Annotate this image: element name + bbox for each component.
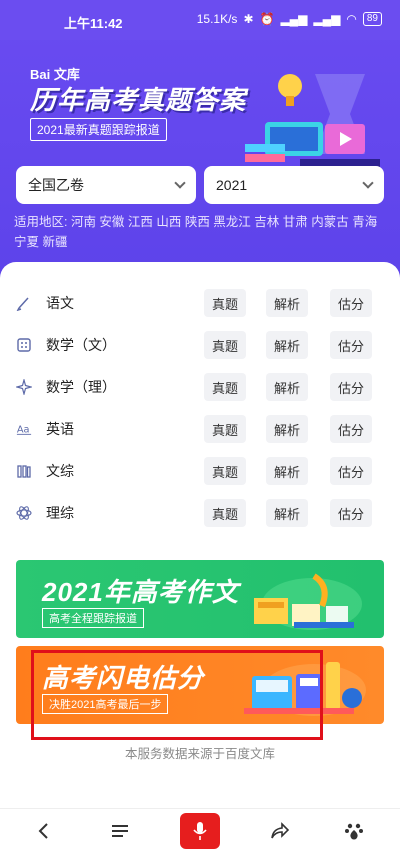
estimate-button[interactable]: 估分 [330, 373, 372, 401]
baidu-paw-icon[interactable] [338, 815, 370, 847]
estimate-button[interactable]: 估分 [330, 415, 372, 443]
subject-row: 文综 真题 解析 估分 [0, 450, 400, 492]
network-speed: 15.1K/s [196, 12, 238, 26]
estimate-button[interactable]: 估分 [330, 457, 372, 485]
bottom-navigation [0, 808, 400, 852]
data-source-footnote: 本服务数据来源于百度文库 [124, 747, 275, 761]
subject-label: 数学（理） [46, 379, 116, 395]
subject-row: 理综 真题 解析 估分 [0, 492, 400, 534]
books-illustration [254, 573, 362, 630]
chevron-down-icon [174, 177, 186, 189]
subject-label: 理综 [46, 505, 74, 521]
real-exam-button[interactable]: 真题 [204, 289, 246, 317]
signal-icon: ▂▄▆ [280, 12, 308, 26]
real-exam-button[interactable]: 真题 [204, 499, 246, 527]
share-icon[interactable] [264, 815, 296, 847]
hourglass-illustration [245, 74, 380, 167]
voice-search-button[interactable] [180, 813, 220, 849]
menu-icon[interactable] [104, 815, 136, 847]
atom-icon [16, 505, 32, 521]
wifi-icon: ◠ [346, 12, 357, 26]
analysis-button[interactable]: 解析 [266, 499, 308, 527]
signal-icon-2: ▂▄▆ [313, 12, 341, 26]
analysis-button[interactable]: 解析 [266, 457, 308, 485]
analysis-button[interactable]: 解析 [266, 415, 308, 443]
real-exam-button[interactable]: 真题 [204, 331, 246, 359]
hero-subtitle: 2021最新真题跟踪报道 [30, 118, 167, 141]
year-select[interactable]: 2021 [204, 166, 384, 204]
year-select-value: 2021 [216, 177, 248, 193]
estimate-button[interactable]: 估分 [330, 499, 372, 527]
chevron-down-icon [362, 177, 374, 189]
analysis-button[interactable]: 解析 [266, 373, 308, 401]
region-select-value: 全国乙卷 [28, 177, 84, 193]
analysis-button[interactable]: 解析 [266, 331, 308, 359]
essay-banner-subtitle: 高考全程跟踪报道 [42, 608, 144, 628]
calculator-icon [16, 337, 32, 353]
analysis-button[interactable]: 解析 [266, 289, 308, 317]
hero-title: 历年高考真题答案 [30, 85, 247, 115]
status-time: 上午11:42 [64, 16, 123, 31]
alarm-icon: ⏰ [259, 12, 275, 26]
real-exam-button[interactable]: 真题 [204, 457, 246, 485]
pen-icon [16, 295, 32, 311]
essay-banner[interactable]: 2021年高考作文 高考全程跟踪报道 [16, 560, 384, 638]
subject-row: 语文 真题 解析 估分 [0, 282, 400, 324]
real-exam-button[interactable]: 真题 [204, 415, 246, 443]
subject-row: 数学（文） 真题 解析 估分 [0, 324, 400, 366]
subject-label: 文综 [46, 463, 74, 479]
subject-row: 数学（理） 真题 解析 估分 [0, 366, 400, 408]
back-icon[interactable] [28, 815, 60, 847]
subject-label: 数学（文） [46, 337, 116, 353]
aa-icon: Aa [16, 421, 32, 437]
status-bar: 上午11:42 15.1K/s ✱ ⏰ ▂▄▆ ▂▄▆ ◠ 89 [0, 0, 400, 40]
subject-label: 语文 [46, 295, 74, 311]
sparkle-icon [16, 379, 32, 395]
subject-label: 英语 [46, 421, 74, 437]
region-select[interactable]: 全国乙卷 [16, 166, 196, 204]
microphone-icon [193, 822, 207, 840]
applicable-regions: 适用地区: 河南 安徽 江西 山西 陕西 黑龙江 吉林 甘肃 内蒙古 青海 宁夏… [14, 215, 378, 249]
estimate-button[interactable]: 估分 [330, 331, 372, 359]
essay-banner-title: 2021年高考作文 [42, 577, 239, 607]
highlight-box [31, 650, 323, 740]
subject-row: Aa 英语 真题 解析 估分 [0, 408, 400, 450]
estimate-button[interactable]: 估分 [330, 289, 372, 317]
battery-icon: 89 [362, 12, 382, 26]
books-icon [16, 463, 32, 479]
real-exam-button[interactable]: 真题 [204, 373, 246, 401]
bluetooth-icon: ✱ [243, 12, 254, 26]
